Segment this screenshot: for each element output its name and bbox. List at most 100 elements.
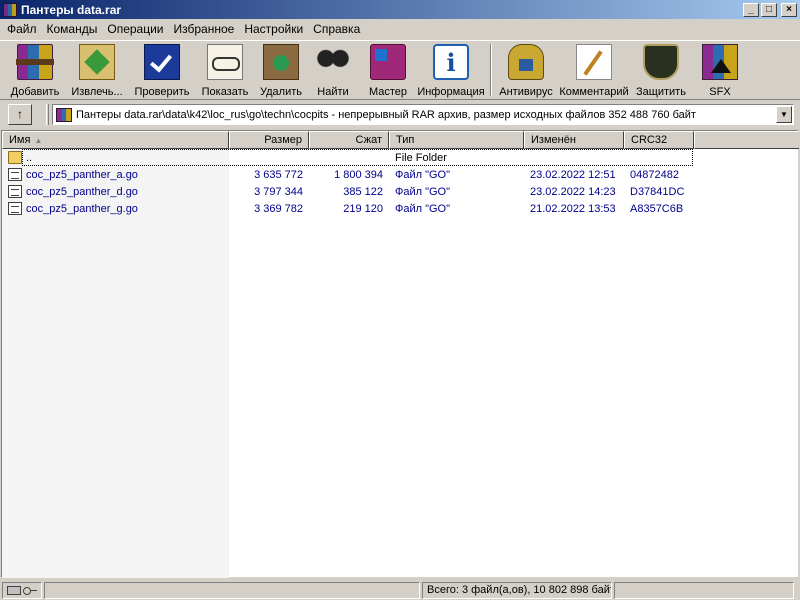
cell-type: Файл "GO" xyxy=(395,185,451,198)
path-combobox[interactable]: Пантеры data.rar\data\k42\loc_rus\go\tec… xyxy=(52,104,794,125)
status-extra-panel xyxy=(614,582,794,599)
add-button-label: Добавить xyxy=(10,86,60,98)
address-grip[interactable] xyxy=(46,103,49,125)
info-icon xyxy=(433,44,469,80)
cell-packed: 385 122 xyxy=(343,185,383,198)
cell-modified: 21.02.2022 13:53 xyxy=(530,202,616,215)
info-button-label: Информация xyxy=(417,86,485,98)
cell-crc: D37841DC xyxy=(630,185,685,198)
address-bar: ↑ Пантеры data.rar\data\k42\loc_rus\go\t… xyxy=(0,102,800,126)
chevron-down-icon[interactable]: ▼ xyxy=(776,106,792,123)
wizard-button[interactable]: Мастер xyxy=(360,41,416,99)
test-icon xyxy=(144,44,180,80)
table-row[interactable]: coc_pz5_panther_d.go 3 797 344 385 122 Ф… xyxy=(2,183,799,200)
cell-crc: A8357C6B xyxy=(630,202,684,215)
table-row[interactable]: coc_pz5_panther_a.go 3 635 772 1 800 394… xyxy=(2,166,799,183)
status-selection-panel xyxy=(44,582,420,599)
drive-icon[interactable] xyxy=(7,585,21,595)
file-list[interactable]: Имя ▲ Размер Сжат Тип Изменён CRC32 .. Fi… xyxy=(1,130,799,578)
close-button[interactable]: × xyxy=(781,2,797,17)
cell-packed: 1 800 394 xyxy=(334,168,383,181)
column-header-type[interactable]: Тип xyxy=(389,131,524,149)
extract-button-label: Извлечь... xyxy=(71,86,123,98)
antivirus-button-label: Антивирус xyxy=(499,86,553,98)
test-button[interactable]: Проверить xyxy=(130,41,194,99)
column-header-size[interactable]: Размер xyxy=(229,131,309,149)
cell-type: Файл "GO" xyxy=(395,202,451,215)
sfx-icon xyxy=(702,44,738,80)
cell-crc: 04872482 xyxy=(630,168,679,181)
extract-icon xyxy=(79,44,115,80)
maximize-button[interactable]: □ xyxy=(761,2,777,17)
column-header-filler xyxy=(694,131,799,149)
column-header-packed[interactable]: Сжат xyxy=(309,131,389,149)
info-button[interactable]: Информация xyxy=(416,41,486,99)
toolbar: Добавить Извлечь... Проверить Показать У… xyxy=(0,40,800,100)
protect-button-label: Защитить xyxy=(636,86,686,98)
menu-commands[interactable]: Команды xyxy=(42,22,103,36)
delete-button[interactable]: Удалить xyxy=(256,41,306,99)
winrar-window: Пантеры data.rar _ □ × Файл Команды Опер… xyxy=(0,0,800,600)
menu-bar: Файл Команды Операции Избранное Настройк… xyxy=(0,19,800,38)
column-name-label: Имя xyxy=(9,134,31,146)
protect-button[interactable]: Защитить xyxy=(632,41,690,99)
status-bar: Всего: 3 файл(а,ов), 10 802 898 байт xyxy=(0,581,800,600)
cell-size: 3 797 344 xyxy=(254,185,303,198)
cell-modified: 23.02.2022 12:51 xyxy=(530,168,616,181)
antivirus-button[interactable]: Антивирус xyxy=(496,41,556,99)
file-list-header: Имя ▲ Размер Сжат Тип Изменён CRC32 xyxy=(2,131,799,149)
delete-icon xyxy=(263,44,299,80)
status-total: Всего: 3 файл(а,ов), 10 802 898 байт xyxy=(422,582,612,599)
menu-operations[interactable]: Операции xyxy=(102,22,168,36)
winrar-app-icon[interactable] xyxy=(3,2,17,17)
column-header-name[interactable]: Имя ▲ xyxy=(2,131,229,149)
delete-button-label: Удалить xyxy=(260,86,302,98)
view-icon xyxy=(207,44,243,80)
path-text[interactable]: Пантеры data.rar\data\k42\loc_rus\go\tec… xyxy=(76,109,776,121)
window-title: Пантеры data.rar xyxy=(21,2,122,17)
cell-name: coc_pz5_panther_g.go xyxy=(26,202,138,215)
status-icons-panel[interactable] xyxy=(2,582,42,599)
column-header-crc[interactable]: CRC32 xyxy=(624,131,694,149)
menu-file[interactable]: Файл xyxy=(2,22,42,36)
add-button[interactable]: Добавить xyxy=(6,41,64,99)
wizard-button-label: Мастер xyxy=(368,86,408,98)
wizard-icon xyxy=(370,44,406,80)
cell-size: 3 635 772 xyxy=(254,168,303,181)
cell-name: coc_pz5_panther_a.go xyxy=(26,168,138,181)
table-row-parent-folder[interactable]: .. File Folder xyxy=(2,149,799,166)
find-button-label: Найти xyxy=(317,86,349,98)
column-header-modified[interactable]: Изменён xyxy=(524,131,624,149)
test-button-label: Проверить xyxy=(134,86,190,98)
menu-help[interactable]: Справка xyxy=(308,22,365,36)
file-icon xyxy=(8,202,22,215)
view-button[interactable]: Показать xyxy=(194,41,256,99)
extract-button[interactable]: Извлечь... xyxy=(64,41,130,99)
key-icon[interactable] xyxy=(23,586,37,595)
minimize-button[interactable]: _ xyxy=(743,2,759,17)
view-button-label: Показать xyxy=(201,86,249,98)
focus-rectangle xyxy=(22,149,693,166)
title-bar[interactable]: Пантеры data.rar _ □ × xyxy=(0,0,800,19)
antivirus-icon xyxy=(508,44,544,80)
sort-ascending-icon: ▲ xyxy=(34,136,43,145)
binoculars-icon xyxy=(315,44,351,80)
file-icon xyxy=(8,185,22,198)
up-folder-button[interactable]: ↑ xyxy=(8,103,32,125)
cell-type: Файл "GO" xyxy=(395,168,451,181)
comment-button[interactable]: Комментарий xyxy=(556,41,632,99)
menu-favorites[interactable]: Избранное xyxy=(169,22,240,36)
comment-icon xyxy=(576,44,612,80)
sfx-button-label: SFX xyxy=(709,86,731,98)
folder-icon xyxy=(8,151,22,164)
comment-button-label: Комментарий xyxy=(559,86,629,98)
shield-icon xyxy=(643,44,679,80)
sfx-button[interactable]: SFX xyxy=(690,41,750,99)
find-button[interactable]: Найти xyxy=(306,41,360,99)
table-row[interactable]: coc_pz5_panther_g.go 3 369 782 219 120 Ф… xyxy=(2,200,799,217)
archive-icon xyxy=(56,107,72,122)
books-add-icon xyxy=(16,44,54,80)
cell-packed: 219 120 xyxy=(343,202,383,215)
cell-size: 3 369 782 xyxy=(254,202,303,215)
menu-settings[interactable]: Настройки xyxy=(239,22,308,36)
